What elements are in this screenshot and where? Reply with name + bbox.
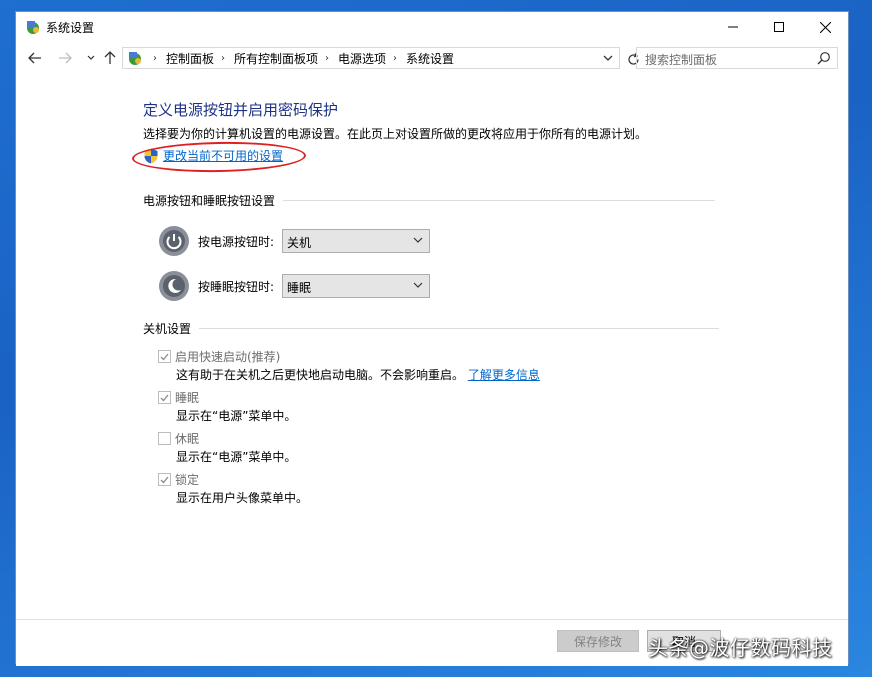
power-button-icon: [159, 226, 189, 256]
fast-startup-option: 启用快速启动(推荐): [158, 348, 280, 365]
page-description: 选择要为你的计算机设置的电源设置。在此页上对设置所做的更改将应用于你所有的电源计…: [143, 127, 648, 141]
description-text: 这有助于在关机之后更快地启动电脑。不会影响重启。: [176, 368, 465, 382]
search-icon[interactable]: [817, 51, 831, 65]
power-buttons-section-heading: 电源按钮和睡眠按钮设置: [143, 192, 716, 209]
hibernate-label: 休眠: [175, 432, 200, 446]
lock-option: 锁定: [158, 471, 199, 488]
breadcrumb-all-items[interactable]: 所有控制面板项: [234, 50, 318, 67]
power-button-setting: 按电源按钮时: 关机: [158, 225, 430, 257]
address-history-dropdown[interactable]: [603, 51, 613, 65]
chevron-right-icon[interactable]: ›: [325, 53, 329, 64]
power-button-action-select[interactable]: 关机: [282, 229, 430, 253]
checkmark-icon: [160, 476, 169, 483]
chevron-down-icon: [413, 282, 423, 288]
up-button[interactable]: [101, 49, 119, 67]
breadcrumb-system-settings[interactable]: 系统设置: [406, 50, 454, 67]
recent-locations-button[interactable]: [82, 49, 100, 67]
breadcrumb: › 控制面板 › 所有控制面板项 › 电源选项 › 系统设置: [146, 50, 454, 67]
sleep-button-setting: 按睡眠按钮时: 睡眠: [158, 270, 430, 302]
sleep-button-action-select[interactable]: 睡眠: [282, 274, 430, 298]
forward-button[interactable]: [56, 49, 74, 67]
main-content: 定义电源按钮并启用密码保护 选择要为你的计算机设置的电源设置。在此页上对设置所做…: [16, 74, 848, 619]
sleep-description: 显示在“电源”菜单中。: [176, 409, 297, 423]
sleep-button-icon: [159, 271, 189, 301]
section-divider: [283, 200, 716, 201]
hibernate-option: 休眠: [158, 430, 199, 447]
arrow-up-icon: [104, 51, 116, 64]
control-panel-icon: [129, 52, 141, 65]
back-button[interactable]: [26, 49, 44, 67]
search-box[interactable]: 搜索控制面板: [636, 47, 838, 69]
watermark-text: 头条@波仔数码科技: [648, 636, 833, 660]
chevron-down-icon: [603, 55, 613, 61]
checkmark-icon: [160, 353, 169, 360]
maximize-icon: [774, 22, 784, 32]
page-title: 定义电源按钮并启用密码保护: [143, 101, 339, 119]
lock-checkbox[interactable]: [158, 473, 171, 486]
fast-startup-description: 这有助于在关机之后更快地启动电脑。不会影响重启。 了解更多信息: [176, 366, 540, 383]
title-bar[interactable]: 系统设置: [16, 12, 848, 42]
hibernate-checkbox[interactable]: [158, 432, 171, 445]
chevron-right-icon[interactable]: ›: [153, 53, 157, 64]
section-title: 电源按钮和睡眠按钮设置: [143, 194, 276, 208]
navigation-bar: › 控制面板 › 所有控制面板项 › 电源选项 › 系统设置 搜索控制面板: [16, 43, 848, 73]
search-placeholder[interactable]: 搜索控制面板: [645, 51, 717, 68]
highlight-ellipse: [131, 140, 307, 174]
minimize-icon: [728, 26, 738, 28]
close-button[interactable]: [802, 12, 848, 42]
fast-startup-checkbox[interactable]: [158, 350, 171, 363]
breadcrumb-power-options[interactable]: 电源选项: [338, 50, 386, 67]
chevron-right-icon[interactable]: ›: [221, 53, 225, 64]
sleep-checkbox[interactable]: [158, 391, 171, 404]
sleep-button-label: 按睡眠按钮时:: [198, 279, 275, 294]
save-changes-button[interactable]: 保存修改: [557, 630, 639, 652]
address-bar[interactable]: › 控制面板 › 所有控制面板项 › 电源选项 › 系统设置: [122, 47, 639, 69]
sleep-option: 睡眠: [158, 389, 199, 406]
hibernate-description: 显示在“电源”菜单中。: [176, 450, 297, 464]
chevron-down-icon: [413, 237, 423, 243]
section-title: 关机设置: [143, 322, 192, 336]
fast-startup-label: 启用快速启动(推荐): [175, 350, 281, 364]
checkmark-icon: [160, 394, 169, 401]
chevron-right-icon[interactable]: ›: [393, 53, 397, 64]
sleep-label: 睡眠: [175, 391, 200, 405]
select-value: 睡眠: [287, 281, 312, 295]
arrow-right-icon: [59, 52, 72, 64]
section-divider: [199, 328, 720, 329]
learn-more-link[interactable]: 了解更多信息: [468, 368, 540, 382]
power-button-label: 按电源按钮时:: [198, 234, 275, 249]
control-panel-app-icon: [27, 21, 39, 34]
select-value: 关机: [287, 236, 312, 250]
shutdown-section-heading: 关机设置: [143, 320, 720, 337]
minimize-button[interactable]: [710, 12, 756, 42]
close-icon: [819, 21, 831, 33]
lock-description: 显示在用户头像菜单中。: [176, 491, 309, 505]
control-panel-window: 系统设置 › 控制面板 › 所有控制面板项 › 电源选项 › 系统设置 搜索控制…: [15, 11, 849, 666]
chevron-down-icon: [87, 55, 95, 60]
breadcrumb-control-panel[interactable]: 控制面板: [166, 50, 214, 67]
window-title: 系统设置: [46, 21, 95, 35]
arrow-left-icon: [28, 52, 41, 64]
maximize-button[interactable]: [756, 12, 802, 42]
lock-label: 锁定: [175, 473, 200, 487]
